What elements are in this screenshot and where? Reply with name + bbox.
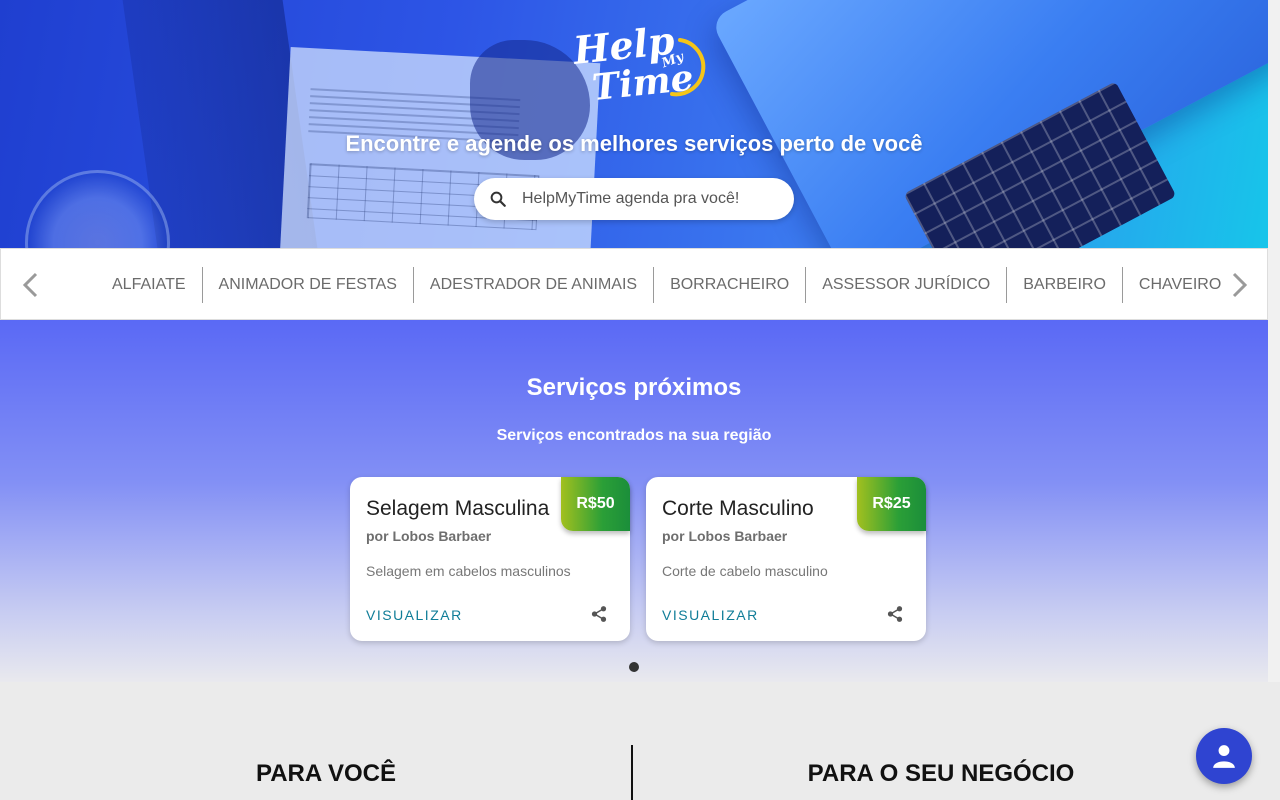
for-you-heading: PARA VOCÊ (255, 760, 396, 787)
chevron-left-icon (22, 272, 38, 298)
search-input[interactable] (522, 190, 782, 208)
category-item-assessor-juridico[interactable]: ASSESSOR JURÍDICO (806, 267, 1008, 303)
service-name: Selagem Masculina (366, 497, 550, 520)
hero-title: Encontre e agende os melhores serviços p… (345, 131, 923, 156)
category-item-animador-de-festas[interactable]: ANIMADOR DE FESTAS (203, 267, 414, 303)
carousel-dot[interactable] (629, 662, 639, 672)
chevron-right-icon (1232, 272, 1248, 298)
scrollbar-track[interactable] (1268, 0, 1280, 682)
service-description: Selagem em cabelos masculinos (366, 563, 571, 579)
category-item-borracheiro[interactable]: BORRACHEIRO (654, 267, 807, 303)
share-icon[interactable] (590, 605, 608, 623)
view-button[interactable]: VISUALIZAR (366, 607, 463, 623)
service-card[interactable]: R$25 Corte Masculino por Lobos Barbaer C… (646, 477, 926, 641)
search-icon[interactable] (489, 190, 507, 208)
section-title: Serviços próximos (526, 374, 742, 401)
category-item-chaveiro[interactable]: CHAVEIRO (1123, 267, 1237, 303)
service-provider: por Lobos Barbaer (662, 528, 788, 544)
user-account-button[interactable] (1196, 728, 1252, 784)
share-icon[interactable] (886, 605, 904, 623)
helpmytime-logo[interactable]: Help My Time (572, 22, 712, 104)
category-bar: ALFAIATE ANIMADOR DE FESTAS ADESTRADOR D… (0, 248, 1268, 320)
service-name: Corte Masculino (662, 497, 814, 520)
view-button[interactable]: VISUALIZAR (662, 607, 759, 623)
category-item-adestrador-de-animais[interactable]: ADESTRADOR DE ANIMAIS (414, 267, 655, 303)
category-next-button[interactable] (1225, 271, 1253, 299)
category-prev-button[interactable] (17, 271, 45, 299)
price-badge: R$25 (857, 477, 926, 531)
service-card[interactable]: R$50 Selagem Masculina por Lobos Barbaer… (350, 477, 630, 641)
price-badge: R$50 (561, 477, 630, 531)
hero-banner: Help My Time Encontre e agende os melhor… (0, 0, 1268, 248)
search-bar[interactable] (474, 178, 794, 220)
section-subtitle: Serviços encontrados na sua região (496, 427, 772, 444)
service-description: Corte de cabelo masculino (662, 563, 828, 579)
service-provider: por Lobos Barbaer (366, 528, 492, 544)
user-icon (1213, 745, 1235, 768)
nearby-services-section: Serviços próximos Serviços encontrados n… (0, 320, 1268, 682)
category-item-alfaiate[interactable]: ALFAIATE (96, 267, 203, 303)
for-business-heading: PARA O SEU NEGÓCIO (807, 760, 1075, 787)
category-list: ALFAIATE ANIMADOR DE FESTAS ADESTRADOR D… (96, 267, 1237, 303)
category-item-barbeiro[interactable]: BARBEIRO (1007, 267, 1123, 303)
